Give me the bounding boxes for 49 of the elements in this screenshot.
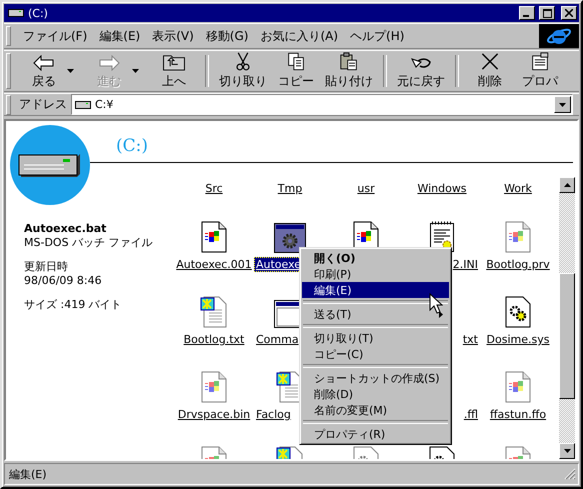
toolbar-button[interactable]: コピー bbox=[271, 52, 321, 90]
context-menu-item[interactable]: プロパティ(R) bbox=[302, 426, 449, 442]
address-field[interactable]: C:¥ bbox=[71, 94, 573, 115]
toolbar-button[interactable]: 上へ bbox=[149, 52, 199, 90]
context-menu-item[interactable]: コピー(C) bbox=[302, 346, 449, 362]
context-menu-item[interactable]: 名前の変更(M) bbox=[302, 402, 449, 418]
file-name-link[interactable]: Faclog bbox=[254, 407, 293, 422]
menu-item[interactable]: ヘルプ(H) bbox=[346, 28, 412, 44]
toolbar-button[interactable]: 切り取り bbox=[215, 52, 271, 90]
folder-link[interactable]: Work bbox=[502, 180, 534, 196]
context-menu-item[interactable]: 印刷(P) bbox=[302, 266, 449, 282]
file-name-link[interactable]: Bootlog.txt bbox=[182, 332, 246, 347]
folder-link[interactable]: Src bbox=[203, 180, 225, 196]
file-name-link[interactable]: txt bbox=[460, 332, 480, 347]
file-name-link[interactable]: .ffl bbox=[462, 407, 480, 422]
file-name-link[interactable]: Dosime.sys bbox=[484, 332, 552, 347]
context-menu-item[interactable]: 開く(O) bbox=[302, 250, 449, 266]
menu-item[interactable]: ファイル(F) bbox=[19, 28, 96, 44]
folder-heading: (C:) bbox=[116, 136, 148, 156]
file-name-link[interactable]: 2.INI bbox=[450, 257, 480, 272]
context-menu-item[interactable]: 削除(D) bbox=[302, 386, 449, 402]
file-type: MS-DOS バッチ ファイル bbox=[24, 236, 154, 250]
menu-item[interactable]: 編集(E) bbox=[95, 28, 148, 44]
file-name-link[interactable]: ffastun.ffo bbox=[488, 407, 548, 422]
toolbar-button[interactable]: 削除 bbox=[465, 52, 515, 90]
modified-label: 更新日時 bbox=[24, 260, 69, 274]
toolbar-button[interactable]: 元に戻す bbox=[393, 52, 449, 90]
status-text: 編集(E) bbox=[9, 466, 47, 482]
address-label: アドレス bbox=[19, 96, 68, 113]
file-name: Autoexec.bat bbox=[24, 222, 108, 236]
context-menu-item[interactable]: 編集(E) bbox=[302, 282, 449, 298]
folder-link[interactable]: usr bbox=[355, 180, 377, 196]
context-menu-item[interactable]: ショートカットの作成(S) bbox=[302, 370, 449, 386]
context-menu-item[interactable]: 切り取り(T) bbox=[302, 330, 449, 346]
file-name-link[interactable]: Comma bbox=[254, 332, 301, 347]
menu-item[interactable]: 移動(G) bbox=[202, 28, 256, 44]
menu-item[interactable]: お気に入り(A) bbox=[256, 28, 346, 44]
toolbar-button[interactable]: 貼り付け bbox=[321, 52, 377, 90]
folder-link[interactable]: Tmp bbox=[276, 180, 304, 196]
file-name-link[interactable]: Autoexec.001 bbox=[174, 257, 254, 272]
window-title: (C:) bbox=[28, 6, 48, 20]
file-name-link[interactable]: Drvspace.bin bbox=[176, 407, 252, 422]
folder-link[interactable]: Windows bbox=[415, 180, 469, 196]
menu-item[interactable]: 表示(V) bbox=[148, 28, 202, 44]
file-name-link[interactable]: Bootlog.prv bbox=[484, 257, 552, 272]
toolbar-button[interactable]: プロパ bbox=[515, 52, 565, 90]
toolbar-button[interactable]: 戻る bbox=[19, 52, 69, 90]
modified-date: 98/06/09 8:46 bbox=[24, 274, 103, 288]
file-size: サイズ :419 バイト bbox=[24, 298, 123, 312]
